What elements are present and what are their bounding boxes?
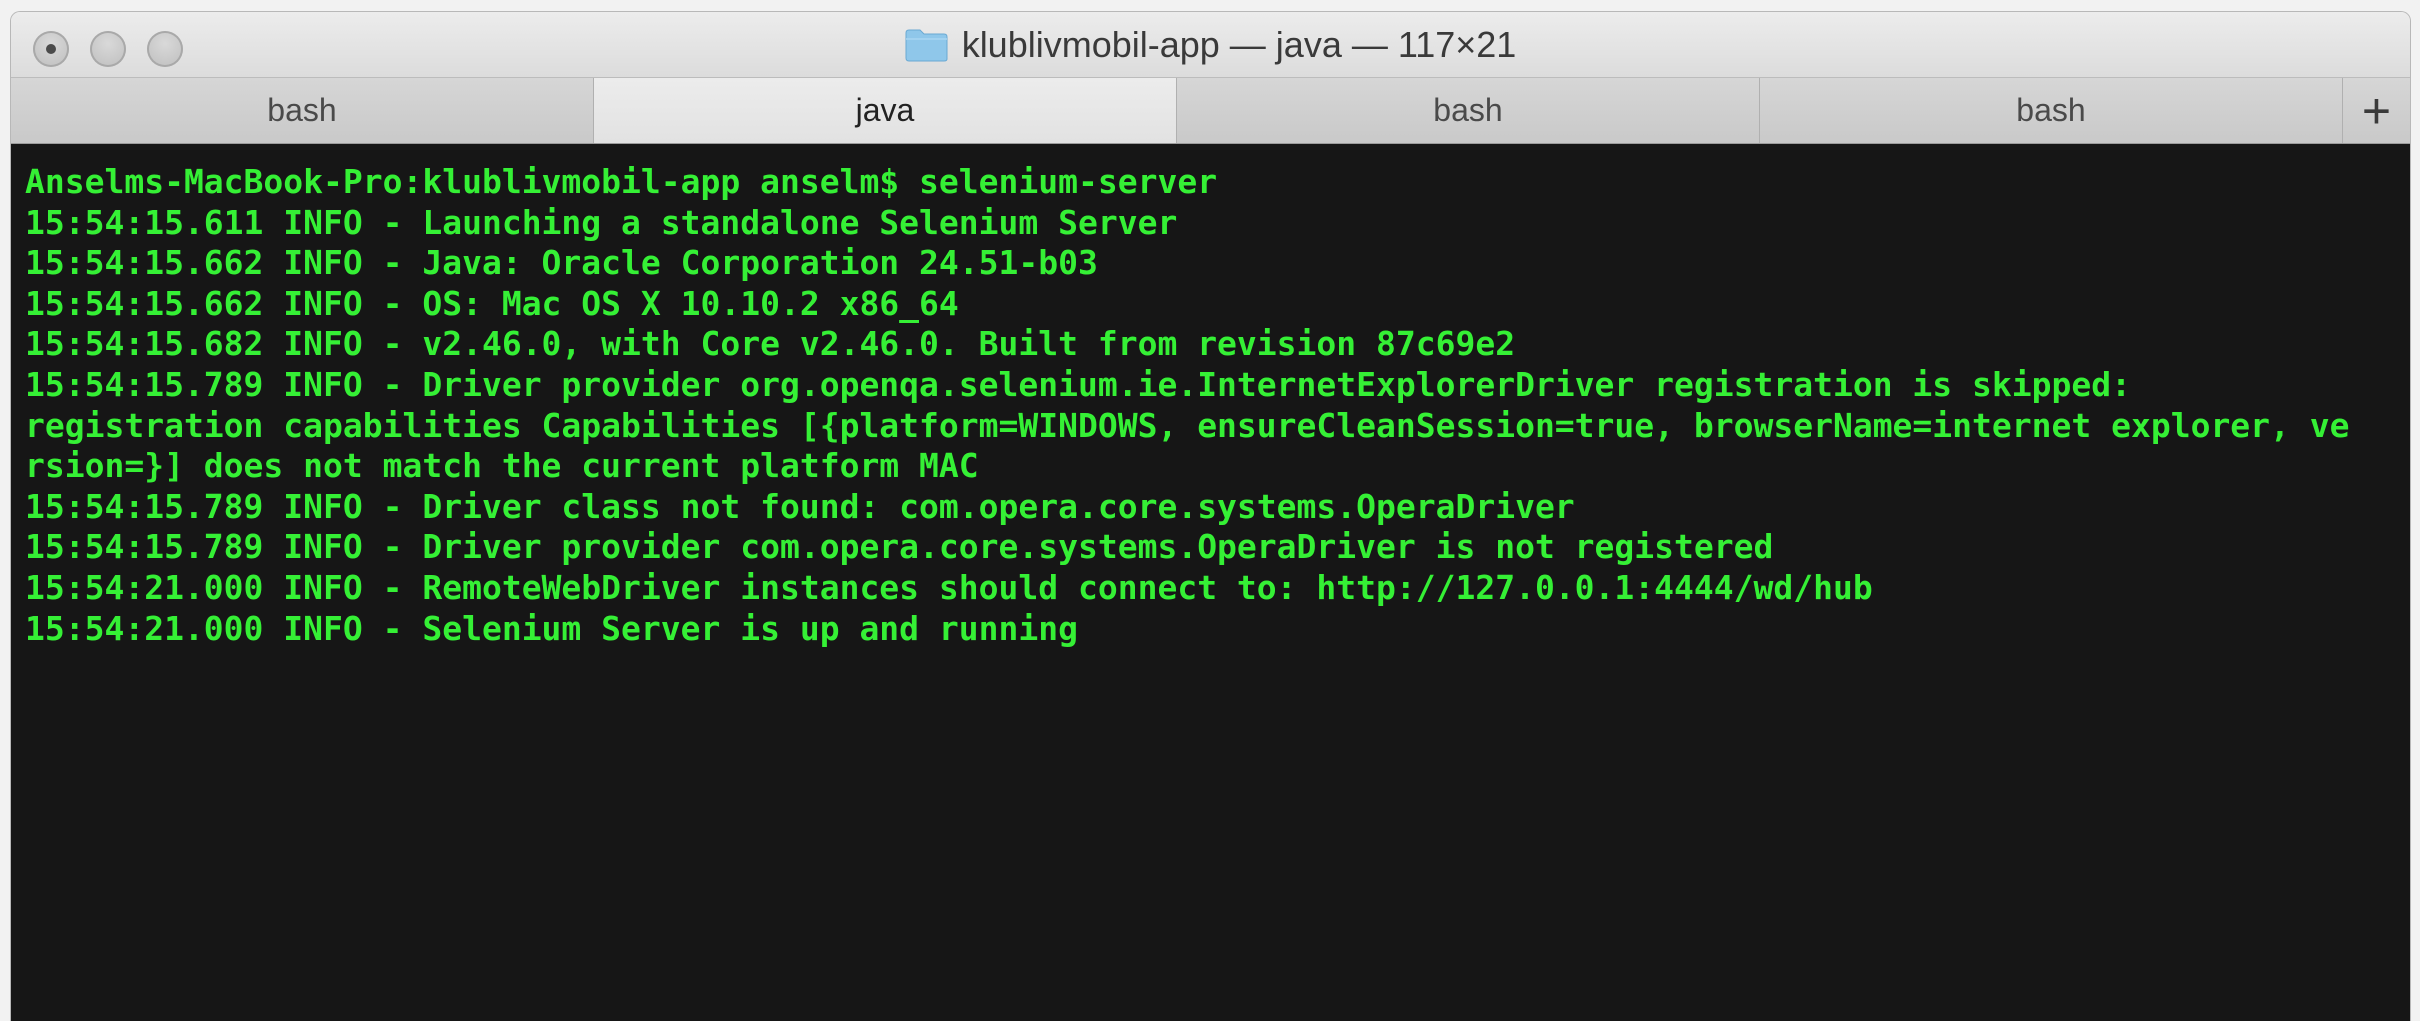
tab-label: bash — [2016, 92, 2086, 128]
terminal-output[interactable]: Anselms-MacBook-Pro:klublivmobil-app ans… — [11, 144, 2410, 1021]
terminal-line: 15:54:15.789 INFO - Driver provider com.… — [25, 527, 1774, 567]
folder-icon — [905, 29, 948, 62]
terminal-line: registration capabilities Capabilities [… — [25, 405, 2350, 445]
tab-bash-1[interactable]: bash — [11, 78, 594, 143]
terminal-line: 15:54:15.611 INFO - Launching a standalo… — [25, 202, 1178, 242]
terminal-line: Anselms-MacBook-Pro:klublivmobil-app ans… — [25, 162, 1218, 201]
tab-bash-3[interactable]: bash — [1760, 78, 2343, 143]
tab-bash-2[interactable]: bash — [1177, 78, 1760, 143]
tab-java[interactable]: java — [594, 78, 1177, 143]
tab-label: bash — [1433, 92, 1503, 128]
terminal-line: 15:54:15.789 INFO - Driver provider org.… — [25, 364, 2131, 404]
window-title-group: klublivmobil-app — java — 117×21 — [11, 12, 2410, 77]
terminal-line: 15:54:15.682 INFO - v2.46.0, with Core v… — [25, 324, 1516, 364]
terminal-window: klublivmobil-app — java — 117×21 bash ja… — [11, 12, 2410, 1021]
terminal-line: 15:54:21.000 INFO - RemoteWebDriver inst… — [25, 567, 1873, 607]
terminal-line: 15:54:15.662 INFO - OS: Mac OS X 10.10.2… — [25, 283, 959, 323]
terminal-line: 15:54:15.789 INFO - Driver class not fou… — [25, 486, 1575, 526]
title-bar[interactable]: klublivmobil-app — java — 117×21 — [11, 12, 2410, 77]
window-title: klublivmobil-app — java — 117×21 — [961, 23, 1517, 65]
tab-label: bash — [267, 92, 337, 128]
plus-icon: + — [2361, 82, 2392, 139]
new-tab-button[interactable]: + — [2343, 78, 2410, 143]
terminal-line: 15:54:15.662 INFO - Java: Oracle Corpora… — [25, 243, 1098, 283]
tab-bar: bash java bash bash + — [11, 77, 2410, 144]
tab-label: java — [855, 92, 915, 128]
terminal-line: 15:54:21.000 INFO - Selenium Server is u… — [25, 608, 1078, 648]
terminal-line: rsion=}] does not match the current plat… — [25, 446, 979, 486]
